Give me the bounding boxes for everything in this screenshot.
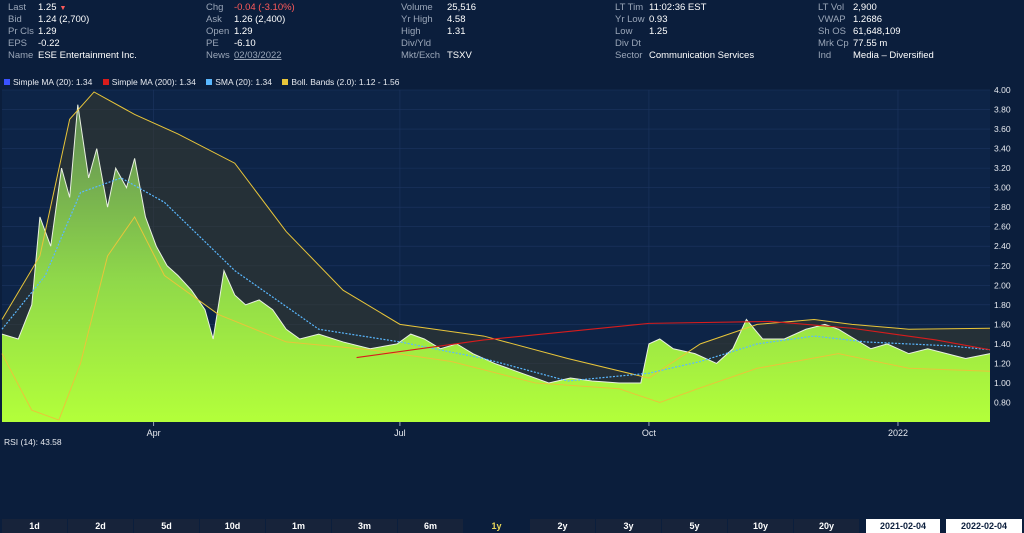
y-tick-label: 2.80	[994, 202, 1011, 212]
x-tick-label: 2022	[888, 428, 908, 438]
x-tick-label: Apr	[147, 428, 161, 438]
y-tick-label: 2.60	[994, 222, 1011, 232]
y-tick-label: 3.00	[994, 183, 1011, 193]
y-tick-label: 2.40	[994, 241, 1011, 251]
timeframe-button-1d[interactable]: 1d	[2, 519, 68, 533]
y-tick-label: 3.40	[994, 144, 1011, 154]
timeframe-button-2d[interactable]: 2d	[68, 519, 134, 533]
timeframe-button-5d[interactable]: 5d	[134, 519, 200, 533]
y-tick-label: 3.20	[994, 163, 1011, 173]
date-to-field[interactable]: 2022-02-04	[946, 519, 1022, 533]
timeframe-button-20y[interactable]: 20y	[794, 519, 860, 533]
timeframe-button-1y[interactable]: 1y	[464, 519, 530, 533]
price-chart[interactable]: 4.00 3.80 3.60 3.40 3.20 3.00 2.80 2.60 2.40 2.20…	[0, 0, 1024, 440]
y-tick-label: 0.80	[994, 397, 1011, 407]
x-tick-label: Oct	[642, 428, 657, 438]
y-tick-label: 2.00	[994, 280, 1011, 290]
date-from-field[interactable]: 2021-02-04	[866, 519, 940, 533]
y-tick-label: 3.80	[994, 105, 1011, 115]
timeframe-button-5y[interactable]: 5y	[662, 519, 728, 533]
y-tick-label: 1.40	[994, 339, 1011, 349]
rsi-label: RSI (14): 43.58	[4, 437, 62, 447]
y-tick-label: 1.20	[994, 358, 1011, 368]
timeframe-button-10d[interactable]: 10d	[200, 519, 266, 533]
timeframe-button-10y[interactable]: 10y	[728, 519, 794, 533]
y-tick-label: 1.60	[994, 319, 1011, 329]
y-tick-label: 3.60	[994, 124, 1011, 134]
y-tick-label: 1.00	[994, 378, 1011, 388]
timeframe-button-2y[interactable]: 2y	[530, 519, 596, 533]
timeframe-button-3y[interactable]: 3y	[596, 519, 662, 533]
timeframe-button-6m[interactable]: 6m	[398, 519, 464, 533]
y-tick-label: 4.00	[994, 85, 1011, 95]
timeframe-button-3m[interactable]: 3m	[332, 519, 398, 533]
x-tick-label: Jul	[394, 428, 406, 438]
timeframe-button-1m[interactable]: 1m	[266, 519, 332, 533]
y-tick-label: 2.20	[994, 261, 1011, 271]
y-tick-label: 1.80	[994, 300, 1011, 310]
